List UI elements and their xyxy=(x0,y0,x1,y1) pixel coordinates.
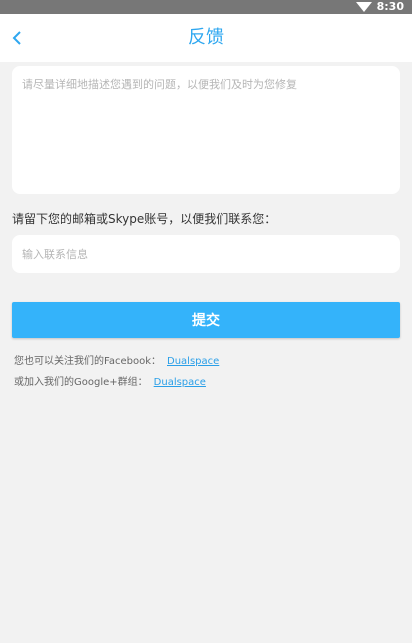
app-bar: 反馈 xyxy=(0,14,412,62)
facebook-line: 您也可以关注我们的Facebook： Dualspace xyxy=(14,352,219,367)
wifi-icon xyxy=(356,2,372,12)
page-title: 反馈 xyxy=(188,27,224,48)
google-line: 或加入我们的Google+群组： Dualspace xyxy=(14,373,206,388)
feedback-textarea[interactable] xyxy=(12,66,400,194)
contact-input[interactable] xyxy=(12,235,400,273)
status-bar: 8:30 xyxy=(0,0,412,14)
google-text: 或加入我们的Google+群组： xyxy=(14,377,148,388)
status-time: 8:30 xyxy=(376,0,404,13)
google-link[interactable]: Dualspace xyxy=(154,377,206,388)
facebook-link[interactable]: Dualspace xyxy=(167,356,219,367)
submit-button[interactable]: 提交 xyxy=(12,302,400,338)
facebook-text: 您也可以关注我们的Facebook： xyxy=(14,356,161,367)
contact-label: 请留下您的邮箱或Skype账号，以便我们联系您： xyxy=(12,212,277,226)
